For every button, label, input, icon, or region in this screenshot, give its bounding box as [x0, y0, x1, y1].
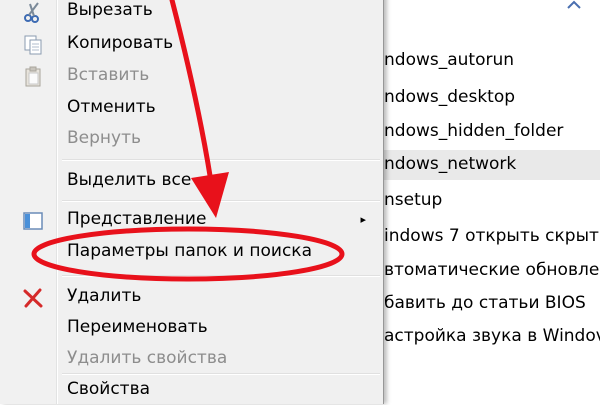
file-name: астройка звука в Windov	[384, 326, 600, 346]
scroll-up-arrow-icon[interactable]	[566, 0, 582, 10]
file-name: indows 7 открыть скрыт	[384, 226, 599, 246]
file-row-network-selected[interactable]: ndows_network	[384, 150, 600, 180]
menu-item-undo[interactable]: Отменить	[0, 93, 382, 123]
menu-item-label: Копировать	[67, 33, 174, 53]
menu-separator	[62, 159, 380, 161]
file-name: ndows_hidden_folder	[384, 121, 564, 141]
menu-item-label: Вырезать	[67, 0, 153, 20]
menu-item-label: Отменить	[67, 97, 156, 117]
menu-item-select-all[interactable]: Выделить все	[0, 166, 382, 196]
view-icon	[23, 212, 43, 230]
file-row-bios[interactable]: бавить до статьи BIOS	[384, 289, 600, 319]
file-row-hidden-folder[interactable]: ndows_hidden_folder	[384, 117, 600, 147]
menu-separator	[62, 275, 380, 277]
paste-icon	[25, 66, 41, 87]
file-row-setup[interactable]: nsetup	[384, 186, 600, 216]
menu-item-label: Вернуть	[67, 128, 142, 148]
menu-item-cut[interactable]: Вырезать	[0, 0, 382, 26]
submenu-arrow-icon: ▸	[360, 213, 366, 226]
file-list: ndows_autorun ndows_desktop ndows_hidden…	[384, 0, 600, 400]
menu-item-label: Удалить свойства	[67, 348, 228, 368]
menu-item-folder-options[interactable]: Параметры папок и поиска	[0, 237, 382, 267]
file-name: ndows_network	[384, 154, 517, 174]
file-row-windows7[interactable]: indows 7 открыть скрыт	[384, 222, 600, 252]
menu-item-copy[interactable]: Копировать	[0, 29, 382, 59]
menu-item-view[interactable]: Представление ▸	[0, 205, 382, 235]
file-name: бавить до статьи BIOS	[384, 293, 586, 313]
file-name: ndows_autorun	[384, 50, 515, 70]
menu-item-properties[interactable]: Свойства	[0, 375, 382, 405]
menu-item-delete[interactable]: Удалить	[0, 282, 382, 312]
menu-item-redo[interactable]: Вернуть	[0, 124, 382, 154]
file-name: ndows_desktop	[384, 87, 516, 107]
context-menu: Вырезать Копировать Вставить Отменить Ве…	[0, 0, 384, 404]
menu-item-label: Представление	[67, 209, 207, 229]
menu-item-remove-properties[interactable]: Удалить свойства	[0, 344, 382, 374]
file-row-desktop[interactable]: ndows_desktop	[384, 83, 600, 113]
menu-item-label: Удалить	[67, 286, 142, 306]
menu-item-label: Свойства	[67, 379, 151, 399]
menu-item-label: Параметры папок и поиска	[67, 241, 312, 261]
menu-item-label: Выделить все	[67, 170, 192, 190]
scissors-icon	[24, 2, 39, 23]
menu-item-paste[interactable]: Вставить	[0, 61, 382, 91]
menu-item-label: Вставить	[67, 65, 150, 85]
file-name: втоматические обновле	[384, 260, 600, 280]
delete-x-icon	[23, 288, 43, 308]
copy-icon	[24, 35, 42, 55]
file-row-auto-updates[interactable]: втоматические обновле	[384, 256, 600, 286]
file-row-sound[interactable]: астройка звука в Windov	[384, 322, 600, 352]
menu-item-rename[interactable]: Переименовать	[0, 313, 382, 343]
file-name: nsetup	[384, 190, 443, 210]
menu-item-label: Переименовать	[67, 317, 208, 337]
menu-separator	[62, 200, 380, 202]
file-row-autorun[interactable]: ndows_autorun	[384, 46, 600, 76]
